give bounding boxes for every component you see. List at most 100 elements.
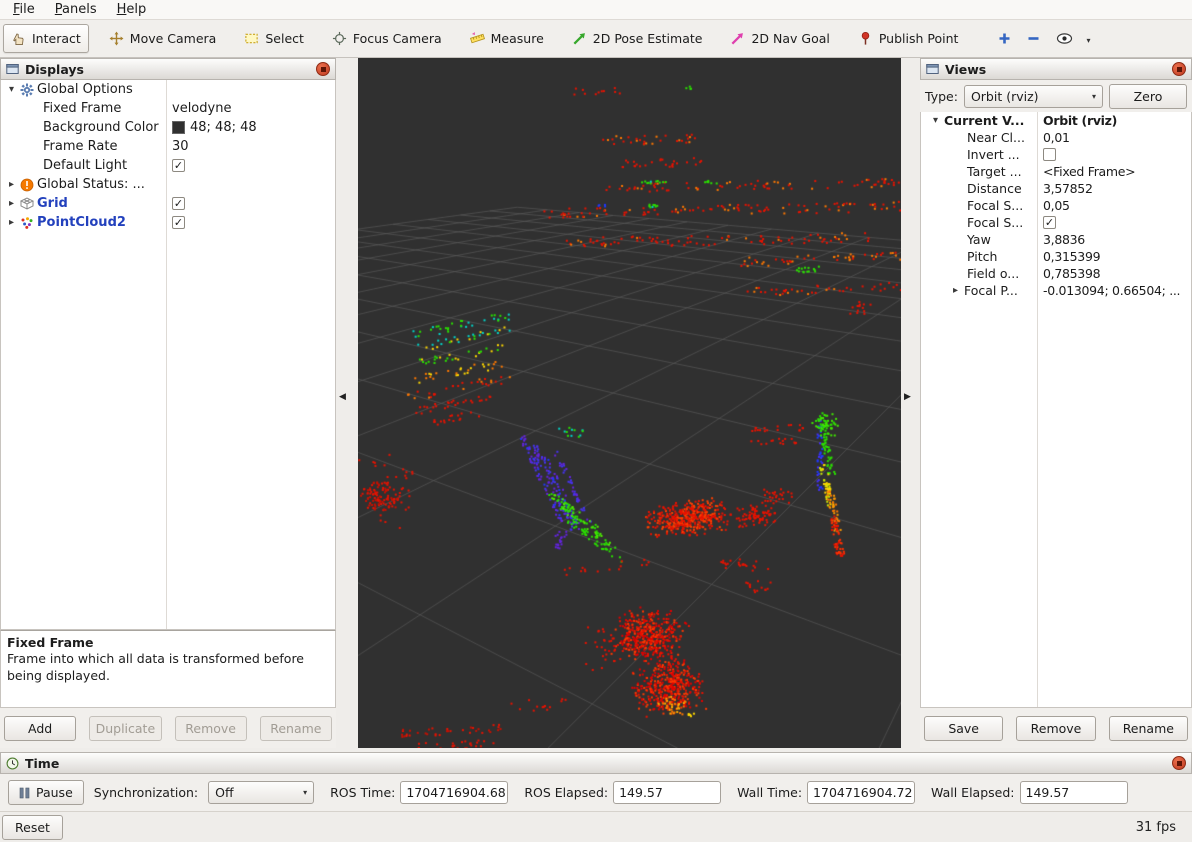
property-value[interactable]: 0,05 <box>1037 198 1191 213</box>
property-value[interactable]: 0,01 <box>1037 130 1191 145</box>
views-row-near-cl[interactable]: Near Cl... 0,01 <box>921 129 1191 146</box>
add-tool-button[interactable] <box>998 32 1011 45</box>
property-value[interactable]: 0,785398 <box>1037 266 1191 281</box>
display-row-fixed-frame[interactable]: Fixed Framevelodyne <box>1 99 335 118</box>
toolbar-extra: ▾ <box>998 32 1090 45</box>
tool-button-move-camera[interactable]: Move Camera <box>101 24 225 53</box>
views-row-current-v[interactable]: ▾Current V...Orbit (rviz) <box>921 112 1191 129</box>
pointcloud-canvas[interactable] <box>358 58 901 748</box>
tool-button-2d-pose-estimate[interactable]: 2D Pose Estimate <box>564 24 711 53</box>
pointcloud2-checkbox[interactable]: ✓ <box>172 216 185 229</box>
wall-time-field[interactable]: 1704716904.72 <box>807 781 915 804</box>
property-name: Focal S... <box>965 198 1023 213</box>
collapse-left-icon[interactable]: ◀ <box>339 392 346 402</box>
property-value[interactable]: <Fixed Frame> <box>1037 164 1191 179</box>
splitter-left[interactable]: ◀ <box>336 58 358 748</box>
tool-button-select[interactable]: Select <box>236 24 312 53</box>
property-value[interactable]: ✓ <box>166 159 335 172</box>
views-row-invert[interactable]: Invert ... <box>921 146 1191 163</box>
tool-label: 2D Pose Estimate <box>593 31 703 46</box>
menu-item-file[interactable]: File <box>4 0 44 19</box>
property-value[interactable]: 3,57852 <box>1037 181 1191 196</box>
displays-panel-title: Displays <box>25 62 84 77</box>
synchronization-label: Synchronization: <box>94 785 198 800</box>
close-time-panel-button[interactable] <box>1172 756 1186 770</box>
property-value[interactable]: 3,8836 <box>1037 232 1191 247</box>
property-label: Near Cl... <box>921 130 1037 145</box>
views-row-focal-s[interactable]: Focal S... 0,05 <box>921 197 1191 214</box>
property-value[interactable]: velodyne <box>166 101 335 116</box>
views-row-target[interactable]: Target ...<Fixed Frame> <box>921 163 1191 180</box>
3d-viewport[interactable] <box>358 58 901 748</box>
property-value[interactable]: ✓ <box>166 197 335 210</box>
zero-button[interactable]: Zero <box>1109 84 1187 109</box>
pause-button[interactable]: Pause <box>8 780 84 805</box>
property-value[interactable]: -0.013094; 0.66504; ... <box>1037 283 1191 298</box>
ros-elapsed-field[interactable]: 149.57 <box>613 781 721 804</box>
tool-visibility-button[interactable]: ▾ <box>1056 32 1090 45</box>
collapsed-arrow-icon[interactable]: ▸ <box>5 178 18 191</box>
views-row-distance[interactable]: Distance3,57852 <box>921 180 1191 197</box>
ros-time-field[interactable]: 1704716904.68 <box>400 781 508 804</box>
add-button[interactable]: Add <box>4 716 76 741</box>
property-value[interactable]: Orbit (rviz) <box>1037 113 1191 128</box>
displays-panel-icon <box>6 63 19 76</box>
property-value[interactable]: 30 <box>166 139 335 154</box>
field-label: Wall Time: <box>737 785 802 800</box>
menu-item-help[interactable]: Help <box>108 0 156 19</box>
display-row-global-options[interactable]: ▾Global Options <box>1 80 335 99</box>
views-row-focal-p[interactable]: ▸Focal P...-0.013094; 0.66504; ... <box>921 282 1191 299</box>
distance-value: 3,57852 <box>1043 181 1093 196</box>
expanded-arrow-icon[interactable]: ▾ <box>929 114 942 127</box>
close-displays-panel-button[interactable] <box>316 62 330 76</box>
property-value[interactable] <box>1037 148 1191 161</box>
views-row-pitch[interactable]: Pitch0,315399 <box>921 248 1191 265</box>
close-views-panel-button[interactable] <box>1172 62 1186 76</box>
property-name: Frame Rate <box>41 139 117 154</box>
remove-tool-button[interactable] <box>1027 32 1040 45</box>
views-panel-title: Views <box>945 62 986 77</box>
property-value[interactable]: 0,315399 <box>1037 249 1191 264</box>
expanded-arrow-icon[interactable]: ▾ <box>5 83 18 96</box>
property-help-box: Fixed Frame Frame into which all data is… <box>0 630 336 708</box>
tool-button-publish-point[interactable]: Publish Point <box>850 24 967 53</box>
views-row-yaw[interactable]: Yaw3,8836 <box>921 231 1191 248</box>
time-field-group: ROS Time:1704716904.68 <box>330 781 508 804</box>
grid-checkbox[interactable]: ✓ <box>172 197 185 210</box>
nav-goal-arrow-icon <box>730 31 745 46</box>
tool-button-interact[interactable]: Interact <box>3 24 89 53</box>
collapsed-arrow-icon[interactable]: ▸ <box>5 216 18 229</box>
display-row-background-color[interactable]: Background Color48; 48; 48 <box>1 118 335 137</box>
display-row-global-status[interactable]: ▸Global Status: ... <box>1 175 335 194</box>
property-value[interactable]: ✓ <box>1037 216 1191 229</box>
property-value[interactable]: ✓ <box>166 216 335 229</box>
display-row-pointcloud2[interactable]: ▸PointCloud2✓ <box>1 213 335 232</box>
rename-button[interactable]: Rename <box>1109 716 1188 741</box>
display-row-grid[interactable]: ▸Grid✓ <box>1 194 335 213</box>
display-row-default-light[interactable]: Default Light✓ <box>1 156 335 175</box>
collapsed-arrow-icon[interactable]: ▸ <box>949 284 962 297</box>
near-cl-value: 0,01 <box>1043 130 1070 145</box>
reset-button[interactable]: Reset <box>2 815 63 840</box>
views-row-field-o[interactable]: Field o...0,785398 <box>921 265 1191 282</box>
invert-checkbox[interactable] <box>1043 148 1056 161</box>
focal-s-checkbox[interactable]: ✓ <box>1043 216 1056 229</box>
property-value[interactable]: 48; 48; 48 <box>166 120 335 135</box>
views-row-focal-s[interactable]: Focal S...✓ <box>921 214 1191 231</box>
fps-counter: 31 fps <box>1136 820 1176 835</box>
default-light-checkbox[interactable]: ✓ <box>172 159 185 172</box>
menu-item-panels[interactable]: Panels <box>46 0 106 19</box>
save-button[interactable]: Save <box>924 716 1003 741</box>
collapse-right-icon[interactable]: ▶ <box>904 392 911 402</box>
collapsed-arrow-icon[interactable]: ▸ <box>5 197 18 210</box>
splitter-right[interactable]: ▶ <box>901 58 920 748</box>
wall-elapsed-field[interactable]: 149.57 <box>1020 781 1128 804</box>
tool-button-2d-nav-goal[interactable]: 2D Nav Goal <box>722 24 837 53</box>
display-row-frame-rate[interactable]: Frame Rate 30 <box>1 137 335 156</box>
view-type-dropdown[interactable]: Orbit (rviz) ▾ <box>964 85 1103 108</box>
tool-button-measure[interactable]: Measure <box>462 24 552 53</box>
remove-button[interactable]: Remove <box>1016 716 1095 741</box>
menu-bar: FilePanelsHelp <box>0 0 1192 20</box>
synchronization-dropdown[interactable]: Off ▾ <box>208 781 314 804</box>
tool-button-focus-camera[interactable]: Focus Camera <box>324 24 450 53</box>
